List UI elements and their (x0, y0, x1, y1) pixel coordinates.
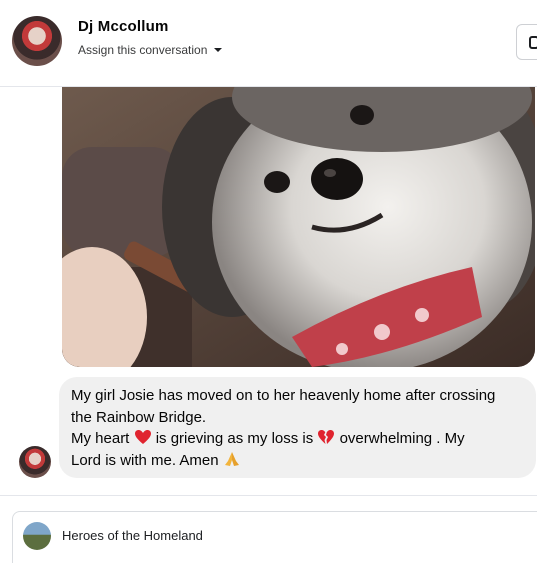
message-line: My heart is grieving as my loss is overw… (71, 428, 524, 450)
message-text: overwhelming . My (339, 430, 465, 447)
message-text: is grieving as my loss is (155, 430, 314, 447)
info-icon (529, 36, 537, 49)
section-divider (0, 495, 537, 496)
page-avatar (23, 522, 51, 550)
sender-avatar[interactable] (19, 446, 51, 478)
message-bubble[interactable]: My girl Josie has moved on to her heaven… (59, 377, 536, 478)
dog-photo-image (62, 87, 535, 367)
red-heart-emoji (134, 430, 151, 444)
contact-name[interactable]: Dj Mccollum (78, 18, 169, 35)
chevron-down-icon (214, 48, 223, 52)
info-button[interactable] (516, 24, 537, 60)
page-selector-row[interactable]: Heroes of the Homeland (12, 511, 537, 563)
message-text: My heart (71, 430, 130, 447)
message-line: Lord is with me. Amen (71, 450, 524, 472)
contact-avatar[interactable] (12, 16, 62, 66)
message-photo[interactable] (62, 87, 535, 367)
folded-hands-emoji (224, 451, 239, 466)
page-name: Heroes of the Homeland (62, 528, 203, 543)
message-line: My girl Josie has moved on to her heaven… (71, 387, 496, 404)
message-text: Lord is with me. Amen (71, 451, 219, 469)
message-line: the Rainbow Bridge. (71, 408, 207, 426)
assign-conversation-label: Assign this conversation (78, 43, 208, 57)
assign-conversation-dropdown[interactable]: Assign this conversation (78, 43, 223, 57)
conversation-header: Dj Mccollum Assign this conversation (0, 0, 537, 86)
broken-heart-emoji (318, 430, 335, 444)
conversation-view: Dj Mccollum Assign this conversation My … (0, 0, 537, 563)
